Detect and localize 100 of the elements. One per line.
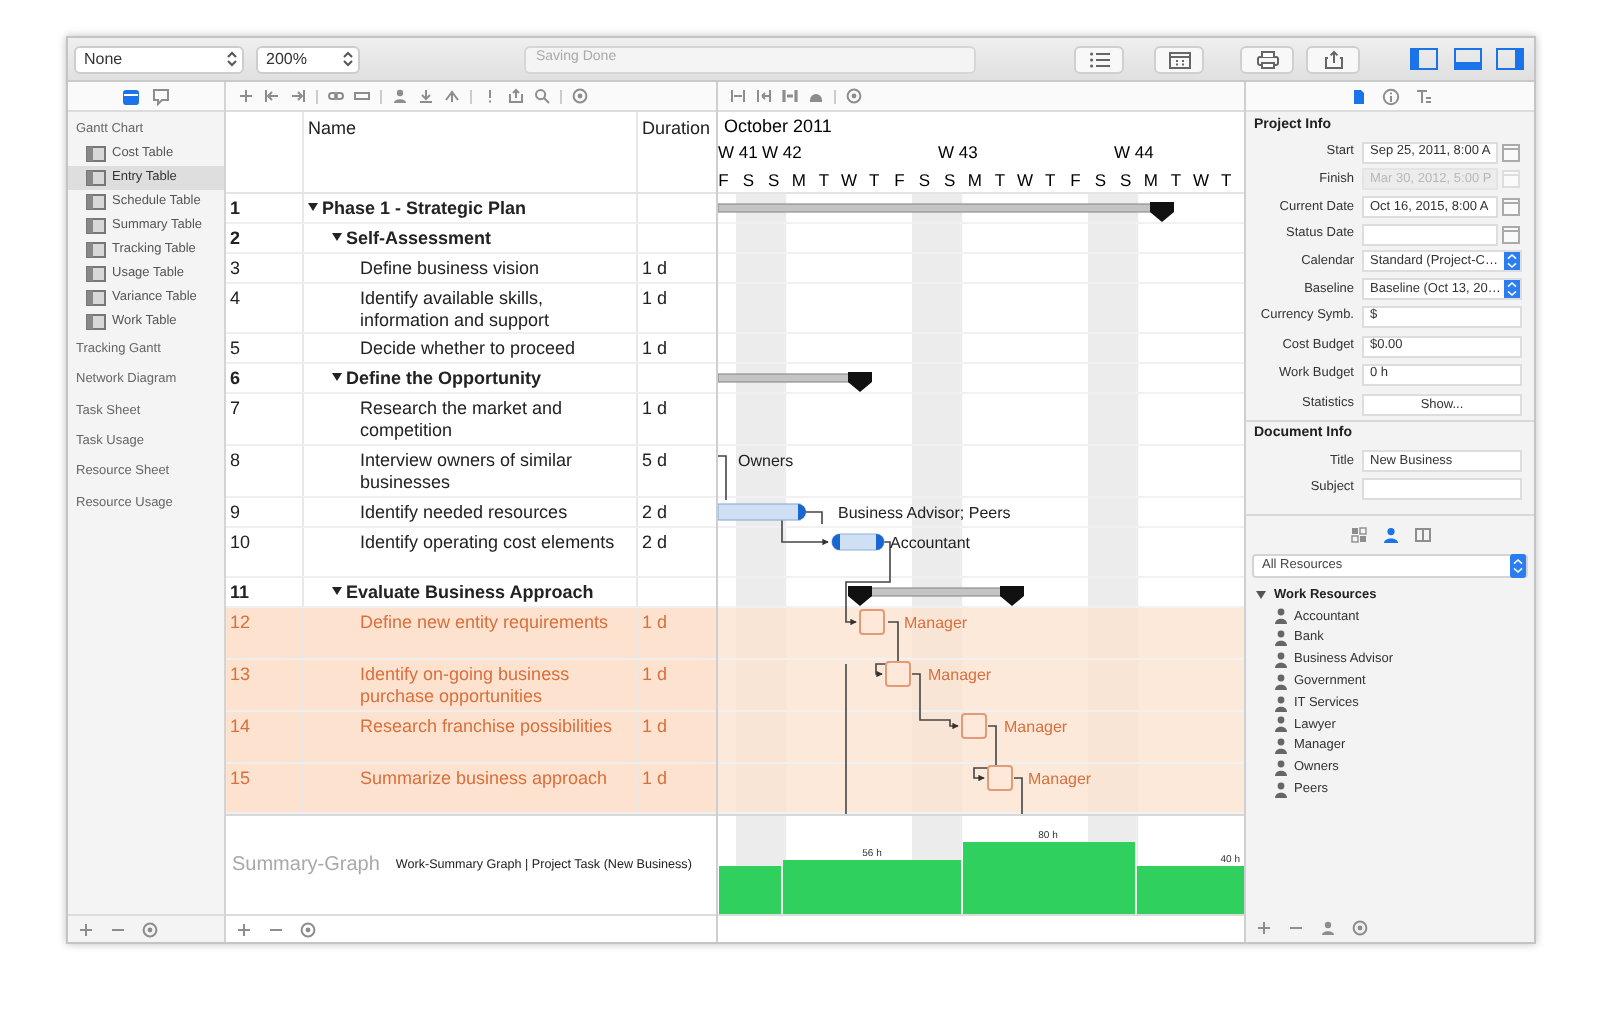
bottom-pane-toggle-icon[interactable]	[1454, 48, 1482, 70]
task-duration: 1 d	[642, 664, 668, 684]
table-row[interactable]: 4 Identify available skills, information and support 1 d	[226, 284, 716, 334]
settings-icon[interactable]	[142, 921, 158, 937]
add-icon[interactable]	[1256, 920, 1272, 936]
graph-title: Summary-Graph	[232, 852, 380, 880]
column-header[interactable]: Name	[308, 116, 357, 143]
person-icon[interactable]	[1320, 920, 1336, 936]
dependency-line	[973, 725, 997, 782]
fit-icon[interactable]	[730, 88, 746, 104]
calendar-icon[interactable]	[122, 87, 140, 105]
task-bar[interactable]	[831, 533, 885, 551]
disclosure-triangle-icon[interactable]	[1256, 590, 1266, 601]
task-duration: 1 d	[642, 612, 668, 632]
calendar-icon[interactable]	[1502, 197, 1520, 216]
disclosure-triangle-icon[interactable]	[308, 202, 318, 212]
week-label: W 42	[762, 142, 802, 162]
task-duration: 1 d	[642, 716, 668, 736]
person-icon	[1274, 673, 1288, 690]
zoom-select[interactable]: 200%	[256, 45, 360, 73]
table-icon	[86, 146, 106, 162]
unlink-icon[interactable]	[354, 88, 370, 104]
download-icon[interactable]	[418, 88, 434, 104]
table-row[interactable]: 3 Define business vision 1 d	[226, 254, 716, 284]
person-icon[interactable]	[1381, 526, 1399, 545]
add-icon[interactable]	[236, 921, 252, 937]
resource-label: Accountant	[890, 534, 971, 552]
week-label: W 43	[938, 142, 978, 162]
date-field[interactable]	[1362, 223, 1498, 246]
resource-label: Business Advisor; Peers	[838, 504, 1011, 522]
print-button[interactable]	[1240, 45, 1294, 73]
view-filter-select[interactable]: None	[74, 45, 244, 73]
info-icon[interactable]	[1381, 87, 1399, 105]
task-name: Research franchise possibilities	[360, 714, 613, 738]
column-header[interactable]: Duration	[642, 118, 711, 138]
person-icon	[1274, 695, 1288, 712]
outdent-icon[interactable]	[264, 88, 280, 104]
day-label: S	[742, 170, 755, 190]
comment-icon[interactable]	[152, 87, 170, 105]
share-icon	[1321, 49, 1345, 69]
align-left-icon[interactable]	[756, 88, 772, 104]
task-name: Decide whether to proceed	[360, 336, 576, 360]
row-number: 2	[228, 226, 243, 252]
day-label: T	[869, 170, 880, 190]
document-icon[interactable]	[1349, 87, 1367, 105]
table-row[interactable]: 8 Interview owners of similar businesses 5 d	[226, 446, 716, 498]
task-name: Summarize business approach	[360, 766, 608, 790]
settings-icon[interactable]	[300, 921, 316, 937]
day-label: F	[718, 170, 729, 190]
search-icon[interactable]	[534, 88, 550, 104]
table-row[interactable]: 9 Identify needed resources 2 d	[226, 498, 716, 528]
add-icon[interactable]	[78, 921, 94, 937]
table-row[interactable]: 7 Research the market and competition 1 d	[226, 394, 716, 446]
table-row[interactable]: 10 Identify operating cost elements 2 d	[226, 528, 716, 578]
text-field[interactable]	[1362, 477, 1522, 500]
task-name: Identify available skills, information and support	[360, 286, 552, 332]
day-label: W	[1017, 170, 1034, 190]
table-icon	[86, 314, 106, 330]
row-number: 8	[228, 448, 243, 474]
export-icon[interactable]	[508, 88, 524, 104]
table-row[interactable]: 2 Self-Assessment	[226, 224, 716, 254]
task-bar[interactable]	[718, 503, 806, 521]
day-label: W	[1193, 170, 1210, 190]
settings-icon[interactable]	[1352, 920, 1368, 936]
settings-icon[interactable]	[846, 88, 862, 104]
sidebar-toggle-icon[interactable]	[1410, 48, 1438, 70]
grid-icon[interactable]	[1349, 526, 1367, 545]
center-icon[interactable]	[782, 88, 798, 104]
settings-icon[interactable]	[572, 88, 588, 104]
split-icon[interactable]	[444, 88, 460, 104]
indent-icon[interactable]	[290, 88, 306, 104]
table-row[interactable]: 5 Decide whether to proceed 1 d	[226, 334, 716, 364]
disclosure-triangle-icon[interactable]	[332, 372, 342, 382]
columns-icon[interactable]	[1413, 526, 1431, 545]
calendar-button[interactable]	[1154, 45, 1204, 73]
table-row[interactable]: 1 Phase 1 - Strategic Plan	[226, 194, 716, 224]
task-duration: 2 d	[642, 502, 668, 522]
dome-icon[interactable]	[808, 88, 824, 104]
list-button[interactable]	[1074, 45, 1124, 73]
disclosure-triangle-icon[interactable]	[332, 586, 342, 596]
task-duration: 1 d	[642, 398, 668, 418]
disclosure-triangle-icon[interactable]	[332, 232, 342, 242]
calendar-icon[interactable]	[1502, 143, 1520, 161]
table-icon	[86, 290, 106, 306]
table-icon	[86, 242, 106, 258]
row-number: 14	[228, 714, 253, 740]
text-style-icon[interactable]	[1413, 87, 1431, 105]
table-row[interactable]: 6 Define the Opportunity	[226, 364, 716, 394]
share-button[interactable]	[1306, 45, 1360, 73]
person-icon	[1274, 652, 1288, 669]
task-name: Evaluate Business Approach	[346, 580, 594, 604]
task-duration: 1 d	[642, 338, 668, 358]
table-icon	[86, 218, 106, 234]
calendar-icon[interactable]	[1502, 225, 1520, 244]
resource-label: Owners	[738, 452, 794, 470]
inspector-toggle-icon[interactable]	[1496, 48, 1524, 70]
link-icon[interactable]	[328, 88, 344, 104]
add-icon[interactable]	[238, 88, 254, 104]
task-duration: 1 d	[642, 768, 668, 788]
person-icon[interactable]	[392, 88, 408, 104]
